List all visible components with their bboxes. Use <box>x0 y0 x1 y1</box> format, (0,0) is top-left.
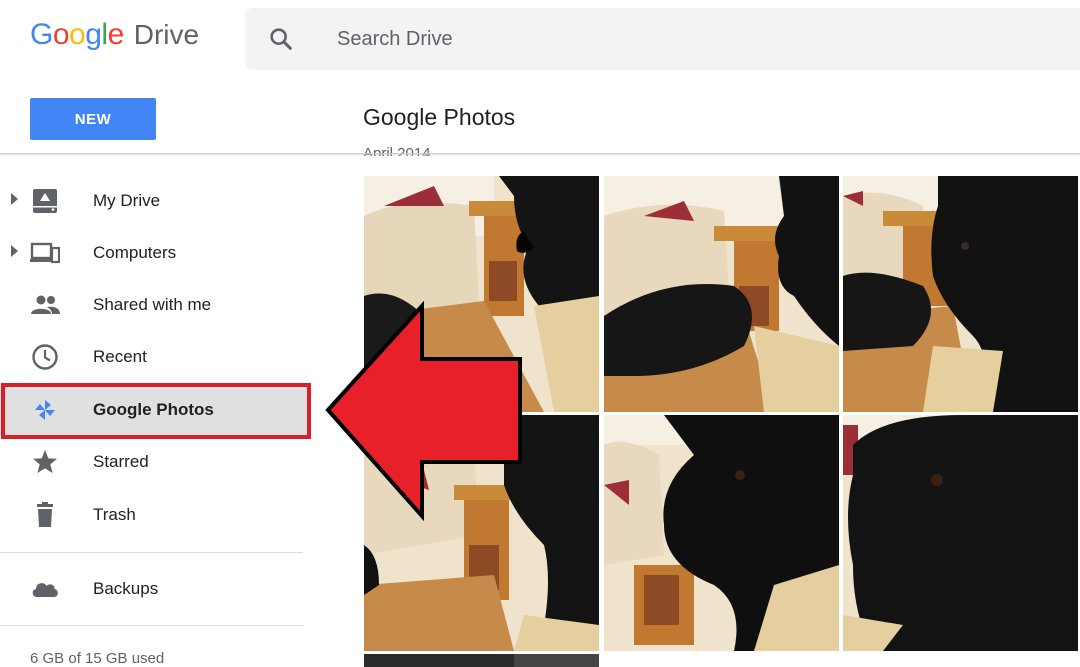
sidebar-item-trash[interactable]: Trash <box>0 489 310 541</box>
people-icon <box>31 295 60 314</box>
sidebar-item-label: Recent <box>93 347 147 366</box>
new-button[interactable]: NEW <box>30 98 156 140</box>
photo-thumbnail[interactable] <box>364 654 599 667</box>
clock-icon <box>32 344 58 370</box>
storage-usage-text: 6 GB of 15 GB used <box>30 650 165 667</box>
photo-thumbnail[interactable] <box>604 176 839 412</box>
sidebar-divider <box>0 625 303 626</box>
sidebar-item-computers[interactable]: Computers <box>0 227 310 279</box>
sidebar-item-label: My Drive <box>93 191 161 210</box>
sidebar-item-label: Shared with me <box>93 295 212 314</box>
annotation-highlight-box <box>1 383 311 439</box>
search-bar[interactable] <box>245 8 1080 70</box>
expand-arrow-icon[interactable] <box>11 245 18 257</box>
search-input[interactable] <box>337 24 937 54</box>
computers-icon <box>30 242 60 264</box>
logo-google-text: Google <box>30 18 124 51</box>
sidebar-divider <box>0 552 303 553</box>
search-icon[interactable] <box>267 25 295 53</box>
sidebar-item-label: Backups <box>93 579 159 598</box>
app-header: Google Drive <box>0 0 1080 80</box>
page-title: Google Photos <box>363 104 516 130</box>
sidebar-item-label: Starred <box>93 452 149 471</box>
drive-icon <box>33 189 57 213</box>
sidebar-item-recent[interactable]: Recent <box>0 331 310 383</box>
drive-window: Google Drive NEW Google Photos April 201… <box>0 0 1080 667</box>
photo-thumbnail[interactable] <box>843 415 1078 651</box>
sidebar-item-starred[interactable]: Starred <box>0 436 310 488</box>
star-icon <box>33 450 57 473</box>
photo-thumbnail[interactable] <box>604 415 839 651</box>
sidebar-item-label: Computers <box>93 243 177 262</box>
sidebar-item-shared-with-me[interactable]: Shared with me <box>0 279 310 331</box>
google-drive-logo[interactable]: Google Drive <box>30 18 199 58</box>
sidebar-item-label: Trash <box>93 505 136 524</box>
logo-drive-text: Drive <box>133 19 200 50</box>
sidebar-item-my-drive[interactable]: My Drive <box>0 175 310 227</box>
expand-arrow-icon[interactable] <box>11 193 18 205</box>
photo-thumbnail[interactable] <box>843 176 1078 412</box>
sidebar-item-backups[interactable]: Backups <box>0 563 310 615</box>
cloud-icon <box>32 583 58 597</box>
annotation-arrow-icon <box>325 300 522 522</box>
trash-icon <box>37 502 53 527</box>
